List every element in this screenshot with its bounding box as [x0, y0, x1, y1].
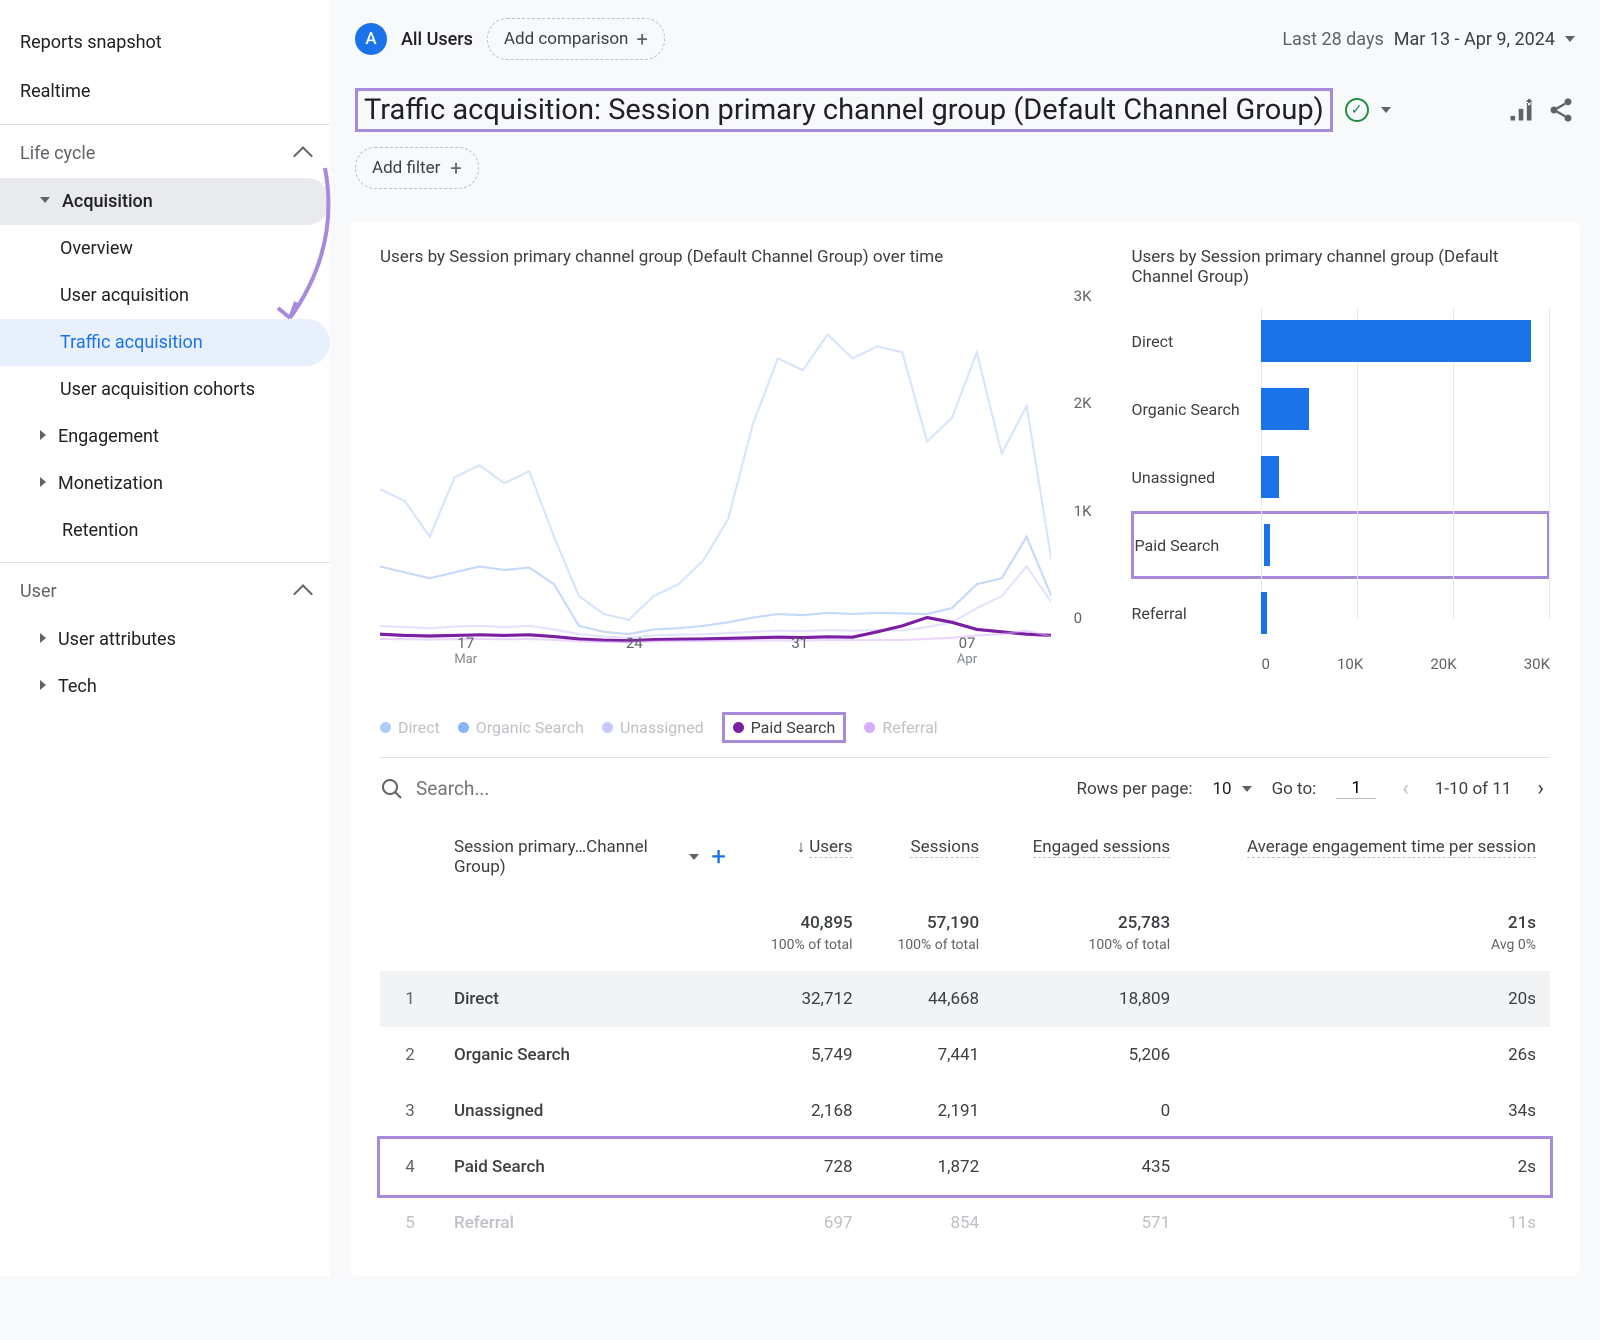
line-chart-legend: Direct Organic Search Unassigned Paid Searc… [380, 712, 1091, 743]
bar-row-direct[interactable]: Direct [1131, 307, 1550, 375]
nav-section-user[interactable]: User [0, 562, 330, 616]
line-chart-svg[interactable] [380, 287, 1051, 644]
bar-row-paid-search[interactable]: Paid Search [1131, 511, 1550, 579]
nav-user-acquisition-cohorts[interactable]: User acquisition cohorts [0, 366, 330, 413]
nav-tech[interactable]: Tech [0, 663, 330, 710]
share-icon[interactable] [1547, 96, 1575, 124]
table-row[interactable]: 3Unassigned2,1682,191034s [380, 1083, 1550, 1139]
caret-down-icon [40, 197, 50, 203]
verified-icon[interactable]: ✓ [1345, 98, 1369, 122]
legend-item-paid-search[interactable]: Paid Search [722, 712, 847, 743]
chevron-down-icon[interactable] [689, 854, 699, 860]
nav-engagement[interactable]: Engagement [0, 413, 330, 460]
date-range-picker[interactable]: Mar 13 - Apr 9, 2024 [1394, 29, 1555, 50]
legend-item-unassigned[interactable]: Unassigned [602, 712, 704, 743]
add-filter-button[interactable]: Add filter+ [355, 147, 479, 189]
goto-input[interactable] [1336, 778, 1376, 799]
table-row[interactable]: 1Direct32,71244,66818,80920s [380, 971, 1550, 1027]
page-info: 1-10 of 11 [1435, 779, 1512, 799]
main-content: A All Users Add comparison+ Last 28 days… [330, 0, 1600, 1276]
table-row[interactable]: 5Referral69785457111s [380, 1195, 1550, 1251]
table-row[interactable]: 2Organic Search5,7497,4415,20626s [380, 1027, 1550, 1083]
nav-monetization[interactable]: Monetization [0, 460, 330, 507]
nav-section-life-cycle[interactable]: Life cycle [0, 124, 330, 178]
nav-retention[interactable]: Retention [0, 507, 330, 554]
page-title: Traffic acquisition: Session primary cha… [355, 88, 1333, 132]
nav-user-acquisition[interactable]: User acquisition [0, 272, 330, 319]
audience-avatar[interactable]: A [355, 23, 387, 55]
totals-row: 40,895100% of total 57,190100% of total … [380, 895, 1550, 971]
nav-acquisition[interactable]: Acquisition [0, 178, 330, 225]
rows-per-page-label: Rows per page: [1077, 779, 1193, 799]
caret-right-icon [40, 477, 46, 487]
add-dimension-button[interactable]: + [711, 842, 726, 872]
table-row[interactable]: 4Paid Search7281,8724352s [380, 1139, 1550, 1195]
col-sessions[interactable]: Sessions [867, 819, 994, 895]
nav-realtime[interactable]: Realtime [0, 67, 330, 116]
nav-traffic-acquisition[interactable]: Traffic acquisition [0, 319, 330, 366]
bar-row-referral[interactable]: Referral [1131, 579, 1550, 647]
sidebar: Reports snapshot Realtime Life cycle Acq… [0, 0, 330, 1276]
audience-label[interactable]: All Users [401, 29, 473, 50]
bar-row-unassigned[interactable]: Unassigned [1131, 443, 1550, 511]
nav-user-attributes[interactable]: User attributes [0, 616, 330, 663]
line-chart-title: Users by Session primary channel group (… [380, 247, 1091, 267]
legend-item-organic-search[interactable]: Organic Search [458, 712, 584, 743]
col-users[interactable]: ↓Users [740, 819, 867, 895]
title-row: Traffic acquisition: Session primary cha… [330, 78, 1600, 132]
customize-report-icon[interactable] [1507, 96, 1535, 124]
goto-label: Go to: [1272, 779, 1317, 799]
table-controls: Rows per page: 10 Go to: ‹ 1-10 of 11 › [380, 757, 1550, 819]
chevron-up-icon [293, 584, 313, 604]
bar-chart-title: Users by Session primary channel group (… [1131, 247, 1550, 287]
date-range-label: Last 28 days [1282, 29, 1383, 50]
page-prev-button[interactable]: ‹ [1396, 776, 1415, 801]
plus-icon: + [636, 27, 647, 51]
chevron-up-icon [293, 146, 313, 166]
bar-chart: Users by Session primary channel group (… [1131, 247, 1550, 743]
add-comparison-button[interactable]: Add comparison+ [487, 18, 665, 60]
caret-right-icon [40, 633, 46, 643]
data-table: Session primary…Channel Group) + ↓Users … [380, 819, 1550, 1251]
topbar: A All Users Add comparison+ Last 28 days… [330, 0, 1600, 78]
bar-row-organic-search[interactable]: Organic Search [1131, 375, 1550, 443]
chevron-down-icon[interactable] [1565, 36, 1575, 42]
caret-right-icon [40, 430, 46, 440]
rows-per-page-select[interactable]: 10 [1212, 779, 1251, 799]
col-avg-engagement[interactable]: Average engagement time per session [1184, 819, 1550, 895]
page-next-button[interactable]: › [1531, 776, 1550, 801]
report-card: Users by Session primary channel group (… [350, 222, 1580, 1276]
search-icon [380, 777, 404, 801]
table-search-input[interactable] [416, 777, 666, 800]
plus-icon: + [450, 156, 461, 180]
dimension-picker[interactable]: Session primary…Channel Group) [454, 837, 677, 877]
legend-item-referral[interactable]: Referral [864, 712, 937, 743]
caret-right-icon [40, 680, 46, 690]
legend-item-direct[interactable]: Direct [380, 712, 440, 743]
line-chart: Users by Session primary channel group (… [380, 247, 1091, 743]
nav-reports-snapshot[interactable]: Reports snapshot [0, 18, 330, 67]
nav-overview[interactable]: Overview [0, 225, 330, 272]
chevron-down-icon[interactable] [1381, 107, 1391, 113]
chevron-down-icon [1242, 786, 1252, 792]
col-engaged[interactable]: Engaged sessions [993, 819, 1184, 895]
